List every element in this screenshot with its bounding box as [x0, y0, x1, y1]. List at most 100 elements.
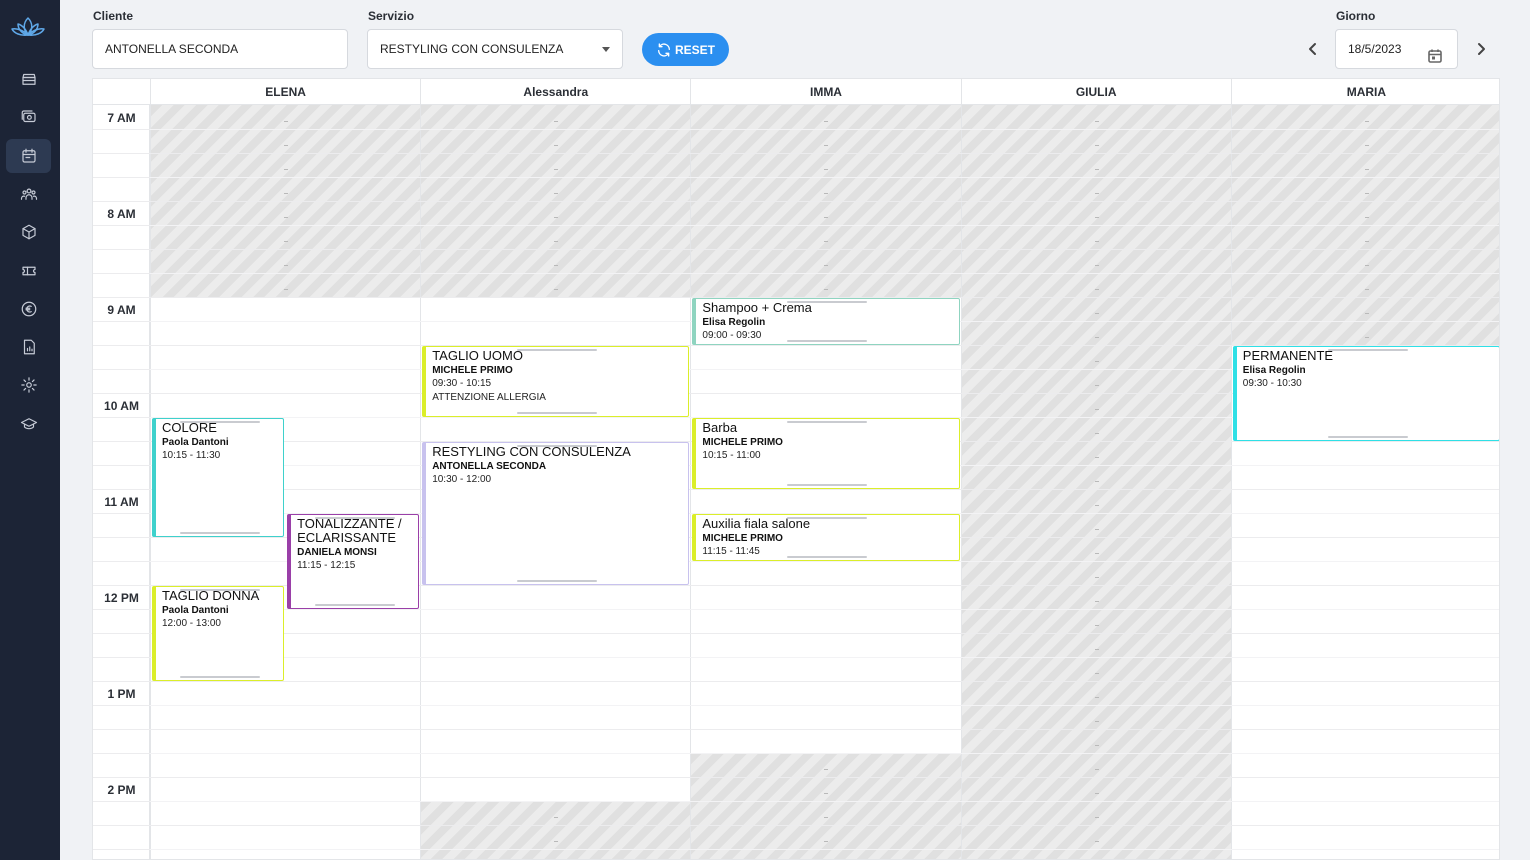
- slot-line: [150, 681, 1499, 682]
- resize-handle-top[interactable]: [179, 589, 260, 591]
- slot-line: [150, 201, 1499, 202]
- appointment-card[interactable]: RESTYLING CON CONSULENZA ANTONELLA SECOND…: [422, 442, 690, 585]
- calendar-icon: [21, 148, 36, 163]
- appointment-service: Shampoo + Crema: [702, 300, 812, 315]
- time-slot-line: [93, 441, 150, 442]
- appointment-time: 12:00 - 13:00: [162, 618, 221, 629]
- slot-line: [150, 753, 1499, 754]
- resize-handle-bottom[interactable]: [787, 484, 868, 486]
- time-slot-line: [93, 681, 150, 682]
- prev-day-button[interactable]: [1305, 40, 1321, 58]
- resize-handle-top[interactable]: [787, 517, 868, 519]
- appointment-client: Elisa Regolin: [1242, 365, 1306, 376]
- appointment-card[interactable]: TONALIZZANTE / ECLARISSANTE DANIELA MONSI…: [287, 514, 420, 609]
- hour-label: 2 PM: [107, 783, 136, 797]
- resize-handle-bottom[interactable]: [787, 556, 868, 558]
- resize-handle-top[interactable]: [787, 421, 868, 423]
- resize-handle-bottom[interactable]: [1327, 436, 1408, 438]
- sidebar: [0, 0, 60, 860]
- refresh-icon: [657, 42, 670, 57]
- appointment-time: 09:30 - 10:30: [1242, 378, 1302, 389]
- gear-icon: [20, 377, 37, 394]
- appointment-service: TONALIZZANTE / ECLARISSANTE: [297, 516, 402, 545]
- time-slot-line: [93, 225, 150, 226]
- appointment-client: DANIELA MONSI: [297, 547, 377, 558]
- appointment-card[interactable]: PERMANENTE Elisa Regolin 09:30 - 10:30: [1232, 346, 1499, 441]
- hour-label: 10 AM: [104, 399, 139, 413]
- time-slot-line: [93, 201, 150, 202]
- staff-column-header: MARIA: [1230, 79, 1499, 105]
- slot-line: [150, 129, 1499, 130]
- appointment-time: 10:15 - 11:30: [162, 450, 221, 461]
- day-label: Giorno: [1336, 9, 1376, 23]
- sidebar-item-cash-register[interactable]: [6, 100, 51, 134]
- day-input-value: 18/5/2023: [1348, 42, 1402, 56]
- resize-handle-bottom[interactable]: [517, 412, 598, 414]
- calendar-picker-icon[interactable]: [1427, 41, 1443, 63]
- reset-button[interactable]: RESET: [642, 33, 729, 66]
- time-slot-line: [93, 249, 150, 250]
- resize-handle-bottom[interactable]: [517, 580, 598, 582]
- time-slot-line: [93, 657, 150, 658]
- euro-icon: [21, 301, 36, 317]
- appointment-card[interactable]: Shampoo + Crema Elisa Regolin 09:00 - 09:3…: [692, 298, 960, 345]
- sidebar-item-box[interactable]: [6, 215, 51, 249]
- time-axis: 7 AM 8 AM 9 AM 10 AM 11 AM 12 PM 1 PM 2 PM: [93, 105, 150, 859]
- resize-handle-top[interactable]: [314, 517, 395, 519]
- appointment-service: TAGLIO DONNA: [162, 588, 260, 603]
- resize-handle-top[interactable]: [1327, 349, 1408, 351]
- appointment-client: Elisa Regolin: [702, 317, 766, 328]
- appointment-service: RESTYLING CON CONSULENZA: [432, 444, 631, 459]
- day-input[interactable]: 18/5/2023: [1335, 29, 1458, 69]
- sidebar-item-graduation-cap[interactable]: [6, 407, 51, 441]
- sidebar-item-gear[interactable]: [6, 368, 51, 402]
- appointment-card[interactable]: Barba MICHELE PRIMO 10:15 - 11:00: [692, 418, 960, 489]
- appointment-service: COLORE: [162, 420, 217, 435]
- hour-label: 12 PM: [104, 591, 139, 605]
- sidebar-item-report[interactable]: [6, 330, 51, 364]
- time-slot-line: [93, 537, 150, 538]
- appointment-client: ANTONELLA SECONDA: [432, 461, 547, 472]
- resize-handle-top[interactable]: [787, 301, 868, 303]
- appointment-time: 11:15 - 12:15: [297, 560, 356, 571]
- slot-line: [150, 609, 1499, 610]
- resize-handle-bottom[interactable]: [179, 532, 260, 534]
- appointment-card[interactable]: TAGLIO DONNA Paola Dantoni 12:00 - 13:00: [152, 586, 285, 681]
- store-icon: [21, 73, 36, 85]
- resize-handle-top[interactable]: [517, 349, 598, 351]
- slot-line: [150, 729, 1499, 730]
- sidebar-item-store[interactable]: [6, 62, 51, 96]
- appointment-card[interactable]: Auxilia fiala salone MICHELE PRIMO 11:15 -…: [692, 514, 960, 561]
- resize-handle-top[interactable]: [179, 421, 260, 423]
- sidebar-item-users[interactable]: [6, 177, 51, 211]
- resize-handle-bottom[interactable]: [179, 676, 260, 678]
- sidebar-item-ticket[interactable]: [6, 254, 51, 288]
- appointment-time: 10:30 - 12:00: [432, 474, 492, 485]
- time-slot-line: [93, 489, 150, 490]
- lotus-logo-icon[interactable]: [10, 12, 46, 42]
- client-label: Cliente: [93, 9, 134, 23]
- hour-label: 1 PM: [107, 687, 136, 701]
- sidebar-item-euro[interactable]: [6, 292, 51, 326]
- sidebar-item-calendar[interactable]: [6, 138, 51, 173]
- resize-handle-top[interactable]: [517, 445, 598, 447]
- appointment-time: 09:30 - 10:15: [432, 378, 492, 389]
- graduation-cap-icon: [20, 417, 37, 429]
- service-select[interactable]: RESTYLING CON CONSULENZA: [367, 29, 623, 69]
- appointment-card[interactable]: TAGLIO UOMO MICHELE PRIMO 09:30 - 10:15 ATT…: [422, 346, 690, 417]
- resize-handle-bottom[interactable]: [314, 604, 395, 606]
- service-select-value: RESTYLING CON CONSULENZA: [380, 42, 564, 56]
- cash-register-icon: [21, 110, 36, 123]
- time-slot-line: [93, 417, 150, 418]
- time-slot-line: [93, 153, 150, 154]
- staff-column-header: ELENA: [150, 79, 420, 105]
- resize-handle-bottom[interactable]: [787, 340, 868, 342]
- appointment-card[interactable]: COLORE Paola Dantoni 10:15 - 11:30: [152, 418, 285, 537]
- time-slot-line: [93, 777, 150, 778]
- hour-label: 11 AM: [104, 495, 139, 509]
- reset-button-label: RESET: [674, 42, 715, 57]
- client-input[interactable]: ANTONELLA SECONDA: [92, 29, 348, 69]
- next-day-button[interactable]: [1473, 40, 1489, 58]
- client-input-value: ANTONELLA SECONDA: [105, 42, 239, 56]
- slot-line: [150, 225, 1499, 226]
